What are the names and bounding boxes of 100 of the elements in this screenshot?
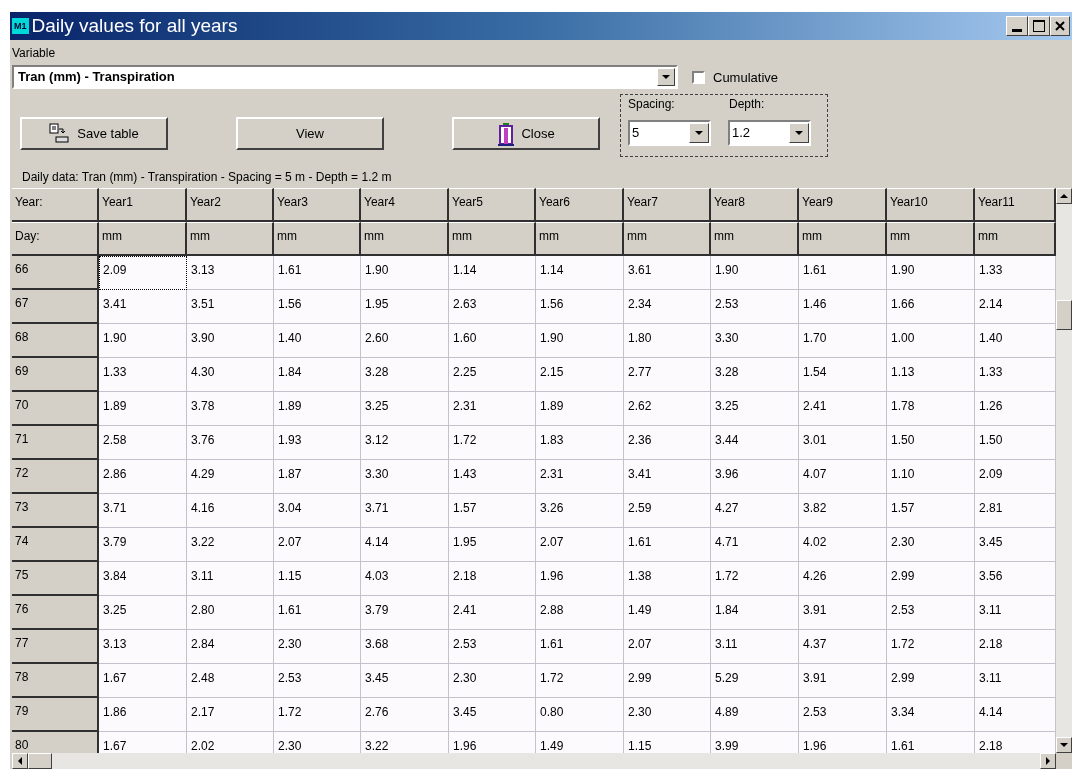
spacing-dropdown[interactable]: 5 — [628, 120, 711, 146]
table-cell[interactable]: 2.48 — [187, 664, 274, 698]
table-cell[interactable]: 1.61 — [274, 596, 361, 630]
table-cell[interactable]: 2.53 — [799, 698, 887, 732]
table-cell[interactable]: 1.90 — [536, 324, 624, 358]
table-cell[interactable]: 3.26 — [536, 494, 624, 528]
table-cell[interactable]: 4.07 — [799, 460, 887, 494]
table-cell[interactable]: 1.13 — [887, 358, 975, 392]
table-cell[interactable]: 1.40 — [274, 324, 361, 358]
table-cell[interactable]: 2.86 — [99, 460, 187, 494]
table-cell[interactable]: 1.96 — [536, 562, 624, 596]
table-cell[interactable]: 3.12 — [361, 426, 449, 460]
table-cell[interactable]: 3.41 — [624, 460, 711, 494]
table-cell[interactable]: 2.58 — [99, 426, 187, 460]
table-cell[interactable]: 3.28 — [361, 358, 449, 392]
table-cell[interactable]: 4.89 — [711, 698, 799, 732]
table-cell[interactable]: 3.25 — [711, 392, 799, 426]
table-cell[interactable]: 1.00 — [887, 324, 975, 358]
table-cell[interactable]: 3.79 — [361, 596, 449, 630]
maximize-button[interactable] — [1028, 16, 1050, 36]
table-cell[interactable]: 3.78 — [187, 392, 274, 426]
table-cell[interactable]: 2.07 — [624, 630, 711, 664]
save-table-button[interactable]: Save table — [20, 117, 168, 150]
table-cell[interactable]: 4.16 — [187, 494, 274, 528]
vertical-scrollbar[interactable] — [1056, 188, 1072, 753]
table-cell[interactable]: 2.18 — [449, 562, 536, 596]
table-cell[interactable]: 1.89 — [274, 392, 361, 426]
table-cell[interactable]: 2.60 — [361, 324, 449, 358]
table-cell[interactable]: 3.61 — [624, 256, 711, 290]
depth-dropdown[interactable]: 1.2 — [728, 120, 811, 146]
table-cell[interactable]: 3.13 — [99, 630, 187, 664]
table-cell[interactable]: 4.29 — [187, 460, 274, 494]
table-cell[interactable]: 5.29 — [711, 664, 799, 698]
table-cell[interactable]: 2.59 — [624, 494, 711, 528]
table-cell[interactable]: 3.44 — [711, 426, 799, 460]
table-cell[interactable]: 3.04 — [274, 494, 361, 528]
table-cell[interactable]: 1.70 — [799, 324, 887, 358]
table-cell[interactable]: 1.33 — [99, 358, 187, 392]
table-cell[interactable]: 3.25 — [99, 596, 187, 630]
table-cell[interactable]: 1.95 — [449, 528, 536, 562]
table-cell[interactable]: 2.07 — [274, 528, 361, 562]
table-cell[interactable]: 2.09 — [99, 256, 187, 290]
table-cell[interactable]: 2.99 — [887, 562, 975, 596]
table-cell[interactable]: 1.67 — [99, 664, 187, 698]
table-cell[interactable]: 2.25 — [449, 358, 536, 392]
table-cell[interactable]: 2.31 — [536, 460, 624, 494]
table-cell[interactable]: 1.84 — [274, 358, 361, 392]
table-cell[interactable]: 1.56 — [536, 290, 624, 324]
table-cell[interactable]: 2.53 — [449, 630, 536, 664]
table-cell[interactable]: 0.80 — [536, 698, 624, 732]
table-cell[interactable]: 1.61 — [799, 256, 887, 290]
table-cell[interactable]: 1.10 — [887, 460, 975, 494]
table-cell[interactable]: 3.84 — [99, 562, 187, 596]
table-cell[interactable]: 4.27 — [711, 494, 799, 528]
table-cell[interactable]: 1.43 — [449, 460, 536, 494]
table-cell[interactable]: 2.99 — [887, 664, 975, 698]
table-cell[interactable]: 2.62 — [624, 392, 711, 426]
table-cell[interactable]: 4.26 — [799, 562, 887, 596]
close-window-button[interactable]: Close — [452, 117, 600, 150]
scroll-up-button[interactable] — [1056, 188, 1072, 204]
table-cell[interactable]: 2.77 — [624, 358, 711, 392]
resize-grip-icon[interactable] — [1056, 753, 1072, 769]
minimize-button[interactable] — [1006, 16, 1028, 36]
table-cell[interactable]: 1.72 — [449, 426, 536, 460]
table-cell[interactable]: 3.22 — [187, 528, 274, 562]
table-cell[interactable]: 1.78 — [887, 392, 975, 426]
table-cell[interactable]: 1.54 — [799, 358, 887, 392]
view-button[interactable]: View — [236, 117, 384, 150]
table-cell[interactable]: 1.95 — [361, 290, 449, 324]
table-cell[interactable]: 3.45 — [449, 698, 536, 732]
table-cell[interactable]: 3.11 — [187, 562, 274, 596]
table-cell[interactable]: 1.89 — [99, 392, 187, 426]
table-cell[interactable]: 2.99 — [624, 664, 711, 698]
table-cell[interactable]: 4.71 — [711, 528, 799, 562]
table-cell[interactable]: 1.87 — [274, 460, 361, 494]
table-cell[interactable]: 2.07 — [536, 528, 624, 562]
table-cell[interactable]: 2.17 — [187, 698, 274, 732]
table-cell[interactable]: 1.46 — [799, 290, 887, 324]
table-cell[interactable]: 2.88 — [536, 596, 624, 630]
table-cell[interactable]: 2.41 — [799, 392, 887, 426]
variable-dropdown[interactable]: Tran (mm) - Transpiration — [12, 65, 678, 89]
table-cell[interactable]: 3.01 — [799, 426, 887, 460]
table-cell[interactable]: 4.03 — [361, 562, 449, 596]
table-cell[interactable]: 4.37 — [799, 630, 887, 664]
table-cell[interactable]: 1.57 — [449, 494, 536, 528]
table-cell[interactable]: 2.31 — [449, 392, 536, 426]
table-cell[interactable]: 3.45 — [361, 664, 449, 698]
table-cell[interactable]: 1.15 — [274, 562, 361, 596]
table-cell[interactable]: 1.61 — [624, 528, 711, 562]
table-cell[interactable]: 1.56 — [274, 290, 361, 324]
table-cell[interactable]: 3.25 — [361, 392, 449, 426]
table-cell[interactable]: 2.30 — [449, 664, 536, 698]
table-cell[interactable]: 1.89 — [536, 392, 624, 426]
table-cell[interactable]: 1.84 — [711, 596, 799, 630]
table-cell[interactable]: 2.80 — [187, 596, 274, 630]
scroll-left-button[interactable] — [12, 753, 28, 769]
table-cell[interactable]: 2.84 — [187, 630, 274, 664]
scroll-right-button[interactable] — [1040, 753, 1056, 769]
table-cell[interactable]: 3.41 — [99, 290, 187, 324]
table-cell[interactable]: 3.90 — [187, 324, 274, 358]
